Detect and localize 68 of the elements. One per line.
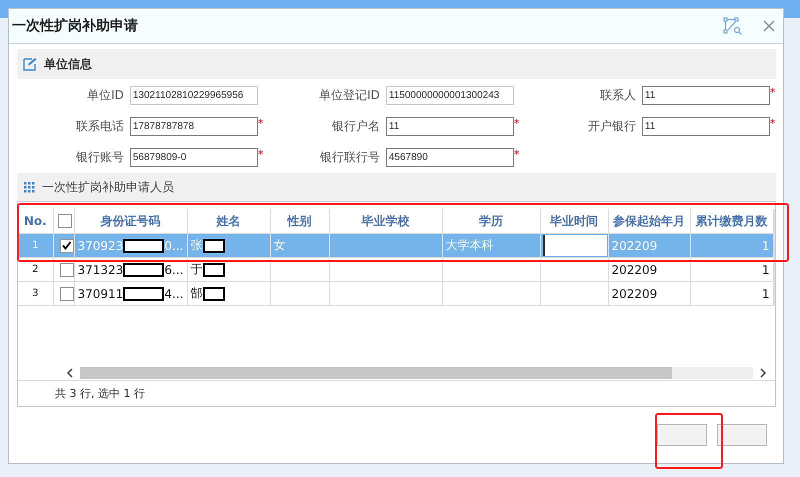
table-cell: 1 (762, 262, 770, 276)
table-cell: 女 (274, 238, 286, 252)
field-label: 银行账号 (74, 149, 125, 166)
input-field[interactable]: 11500000000001300243 (386, 86, 514, 105)
redaction-box (123, 286, 164, 300)
table-cell: 6... (164, 262, 184, 276)
footer-button[interactable] (717, 424, 767, 446)
diagram-search-icon[interactable] (723, 17, 743, 35)
table-cell: 0... (164, 238, 184, 252)
checkbox[interactable] (58, 214, 72, 228)
table-cell: 202209 (612, 262, 658, 276)
required-mark: * (770, 117, 776, 130)
table-cell: 1 (762, 286, 770, 300)
cell-editor[interactable] (542, 235, 606, 256)
required-mark: * (514, 148, 520, 161)
table-cell: 张 (190, 237, 202, 254)
table-row[interactable]: 2 371323 6... 于 202209 1 (18, 258, 774, 282)
required-mark: * (770, 86, 776, 99)
field-label: 开户银行 (586, 118, 637, 135)
grid-icon (24, 182, 35, 192)
redaction-box (202, 262, 224, 276)
close-icon[interactable] (763, 20, 775, 32)
row-number: 2 (18, 258, 53, 282)
required-mark: * (514, 117, 520, 130)
table-cell: 202209 (612, 238, 658, 252)
checkbox[interactable] (60, 286, 74, 301)
field-label: 单位登记ID (318, 87, 381, 104)
field-label: 联系人 (598, 87, 637, 104)
required-mark: * (258, 117, 264, 130)
input-field[interactable]: 13021102810229965956 (130, 86, 258, 105)
table-cell: 370911 (78, 286, 124, 300)
redaction-box (202, 238, 224, 252)
row-number: 3 (18, 282, 53, 306)
horizontal-scrollbar[interactable] (18, 366, 775, 381)
table-cell: 郜 (190, 285, 202, 302)
table-cell: 4... (164, 286, 184, 300)
table-cell: 大学本科 (446, 238, 494, 252)
window-title: 一次性扩岗补助申请 (12, 17, 139, 35)
table-cell: 于 (190, 261, 202, 278)
table-cell: 370923 (78, 238, 124, 252)
checkbox[interactable] (60, 238, 74, 253)
field-label: 单位ID (86, 87, 125, 104)
annotation-box (655, 413, 723, 469)
section-title: 单位信息 (44, 56, 92, 72)
table-row[interactable]: 3 370911 4... 郜 202209 1 (18, 282, 774, 306)
input-field[interactable]: 4567890 (386, 148, 514, 167)
table-cell: 1 (762, 238, 770, 252)
input-field[interactable]: 17878787878 (130, 117, 258, 136)
redaction-box (202, 286, 224, 300)
edit-form-icon (23, 57, 37, 71)
field-label: 银行户名 (330, 118, 381, 135)
scroll-right-icon[interactable] (759, 368, 767, 378)
input-field[interactable]: 56879809-0 (130, 148, 258, 167)
scroll-left-icon[interactable] (66, 368, 74, 378)
redaction-box (123, 262, 164, 276)
table-cell: 202209 (612, 286, 658, 300)
required-mark: * (258, 148, 264, 161)
row-number: 1 (18, 234, 53, 258)
status-text: 共 3 行, 选中 1 行 (55, 386, 145, 401)
redaction-box (123, 238, 164, 252)
input-field[interactable]: 11 (386, 117, 514, 136)
input-field[interactable]: 11 (642, 117, 770, 136)
table-cell: 371323 (78, 262, 124, 276)
section-title: 一次性扩岗补助申请人员 (42, 178, 174, 196)
field-label: 银行联行号 (318, 149, 381, 166)
input-field[interactable]: 11 (642, 86, 770, 105)
checkbox[interactable] (60, 262, 74, 277)
field-label: 联系电话 (74, 118, 125, 135)
